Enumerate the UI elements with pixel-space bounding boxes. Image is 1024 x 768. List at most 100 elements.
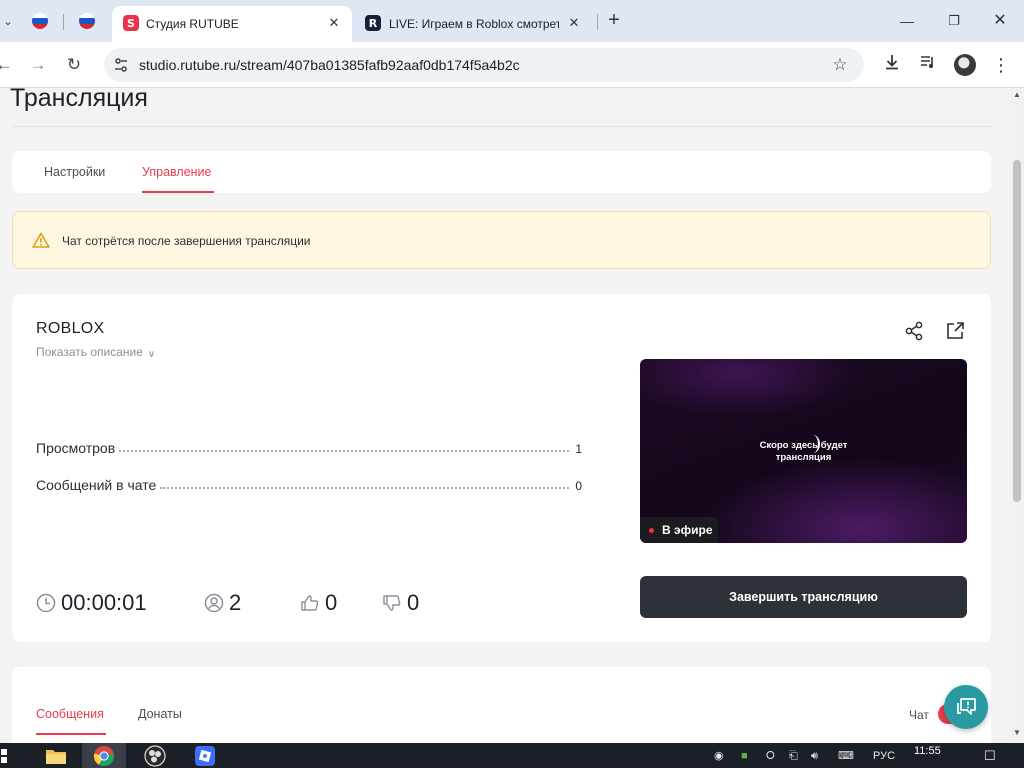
scroll-thumb[interactable] <box>1013 160 1021 502</box>
browser-tab-strip: ⌄ S Студия RUTUBE ✕ R LIVE: Играем в Rob… <box>0 0 1024 42</box>
live-badge: В эфире <box>640 517 718 543</box>
tab-messages[interactable]: Сообщения <box>36 707 104 721</box>
stat-chat-messages: Сообщений в чате 0 <box>36 475 582 493</box>
page-viewport: Трансляция Настройки Управление Чат сотр… <box>0 88 1010 743</box>
dotted-leader <box>119 450 570 452</box>
open-external-icon[interactable] <box>945 321 965 341</box>
chat-panel: Сообщения Донаты Чат <box>12 667 991 743</box>
language-indicator[interactable]: РУС <box>873 748 895 764</box>
tab-title: LIVE: Играем в Roblox смотреть <box>389 17 559 31</box>
app-tray-icon[interactable]: ■ <box>741 748 748 764</box>
duration-value: 00:00:01 <box>61 590 147 615</box>
dislikes-value: 0 <box>407 590 420 615</box>
help-chat-button[interactable] <box>944 685 988 729</box>
preview-text-line: Скоро здесь будет <box>759 440 848 451</box>
user-icon <box>204 593 224 613</box>
stat-value: 1 <box>575 442 582 456</box>
download-icon[interactable] <box>880 53 904 77</box>
tab-separator <box>597 14 598 30</box>
likes-value: 0 <box>325 590 338 615</box>
minimize-icon[interactable]: — <box>895 9 919 33</box>
stat-value: 0 <box>575 479 582 493</box>
taskbar: ◉ ■ ⭘ ⎗ 🔊︎ ⌨ РУС 11:55 ☐ <box>0 743 1024 768</box>
back-icon[interactable]: ← <box>0 53 16 77</box>
file-explorer-icon[interactable] <box>34 743 78 768</box>
show-description-toggle[interactable]: Показать описание ∨ <box>36 345 156 360</box>
active-tab-indicator <box>36 733 106 735</box>
chrome-icon[interactable] <box>82 743 126 768</box>
address-bar[interactable]: studio.rutube.ru/stream/407ba01385fafb92… <box>104 48 864 82</box>
stat-views: Просмотров 1 <box>36 438 582 456</box>
end-stream-button[interactable]: Завершить трансляцию <box>640 576 967 618</box>
notifications-icon[interactable]: ☐ <box>984 748 996 764</box>
warning-icon <box>32 232 50 248</box>
rutube-studio-icon: S <box>123 15 139 31</box>
alert-text: Чат сотрётся после завершения трансляции <box>62 234 311 248</box>
stream-preview-player[interactable]: Скоро здесь будет трансляция В эфире <box>640 359 967 543</box>
browser-toolbar: ← → ↻ studio.rutube.ru/stream/407ba01385… <box>0 42 1024 88</box>
russia-flag-icon <box>32 13 48 29</box>
browser-tab-2[interactable] <box>65 8 109 34</box>
clock-icon <box>36 593 56 613</box>
site-settings-icon[interactable] <box>113 57 129 73</box>
window-close-icon[interactable]: ✕ <box>988 9 1012 33</box>
roblox-studio-icon[interactable] <box>183 743 227 768</box>
page-scrollbar[interactable]: ▲ ▼ <box>1010 88 1024 743</box>
media-playlist-icon[interactable] <box>916 53 940 77</box>
feedback-icon <box>957 698 976 715</box>
tab-separator <box>63 14 64 30</box>
viewers-value: 2 <box>229 590 242 615</box>
preview-text-line: трансляция <box>775 452 832 463</box>
stat-label: Сообщений в чате <box>36 477 157 493</box>
page-title: Трансляция <box>10 88 148 112</box>
stat-label: Просмотров <box>36 440 116 456</box>
scroll-down-icon[interactable]: ▼ <box>1012 728 1022 738</box>
chevron-down-icon: ∨ <box>147 349 156 360</box>
russia-flag-icon <box>79 13 95 29</box>
browser-tab-1[interactable] <box>18 8 62 34</box>
usb-tray-icon[interactable]: ⭘ <box>766 748 775 764</box>
preview-placeholder-text: Скоро здесь будет трансляция <box>640 440 967 464</box>
dotted-leader <box>160 487 570 489</box>
thumbs-down-icon <box>383 595 401 611</box>
bookmark-star-icon[interactable]: ☆ <box>830 55 850 75</box>
restore-icon[interactable]: ❐ <box>942 9 966 33</box>
thumbs-up-icon <box>301 595 319 611</box>
rutube-icon: R <box>365 15 381 31</box>
new-tab-button[interactable]: + <box>603 9 625 31</box>
browser-tab-studio[interactable]: S Студия RUTUBE ✕ <box>112 6 352 42</box>
tab-title: Студия RUTUBE <box>146 17 239 31</box>
scroll-up-icon[interactable]: ▲ <box>1012 90 1022 100</box>
browser-tab-live[interactable]: R LIVE: Играем в Roblox смотреть ✕ <box>356 6 596 42</box>
tab-settings[interactable]: Настройки <box>44 165 105 179</box>
tab-manage[interactable]: Управление <box>142 165 212 179</box>
tab-donations[interactable]: Донаты <box>138 707 182 721</box>
start-icon[interactable] <box>0 743 14 768</box>
browser-menu-icon[interactable]: ⋮ <box>989 53 1013 77</box>
close-icon[interactable]: ✕ <box>325 14 343 32</box>
dislikes-counter: 0 <box>382 588 419 618</box>
stream-card: ROBLOX Показать описание ∨ Просмотров 1 С… <box>12 294 991 642</box>
volume-icon[interactable]: 🔊︎ <box>811 748 818 764</box>
stream-title: ROBLOX <box>36 320 105 337</box>
live-dot-icon <box>649 528 654 533</box>
chat-warning-alert: Чат сотрётся после завершения трансляции <box>12 211 991 269</box>
viewers-counter: 2 <box>204 588 241 618</box>
chat-toggle-label: Чат <box>909 708 929 722</box>
profile-avatar[interactable] <box>954 54 976 76</box>
clock-time[interactable]: 11:55 <box>914 745 941 757</box>
share-icon[interactable] <box>904 321 924 341</box>
close-icon[interactable]: ✕ <box>565 14 583 32</box>
keyboard-icon[interactable]: ⌨ <box>838 748 854 764</box>
url-text: studio.rutube.ru/stream/407ba01385fafb92… <box>139 57 520 73</box>
active-tab-indicator <box>142 191 214 193</box>
duration-counter: 00:00:01 <box>36 588 147 618</box>
obs-icon[interactable] <box>133 743 177 768</box>
obs-tray-icon[interactable]: ◉ <box>714 748 724 764</box>
likes-counter: 0 <box>300 588 337 618</box>
page-tabs: Настройки Управление <box>12 151 991 193</box>
forward-icon[interactable]: → <box>26 53 50 77</box>
live-badge-label: В эфире <box>662 523 713 537</box>
reload-icon[interactable]: ↻ <box>62 53 86 77</box>
network-icon[interactable]: ⎗ <box>789 748 798 764</box>
